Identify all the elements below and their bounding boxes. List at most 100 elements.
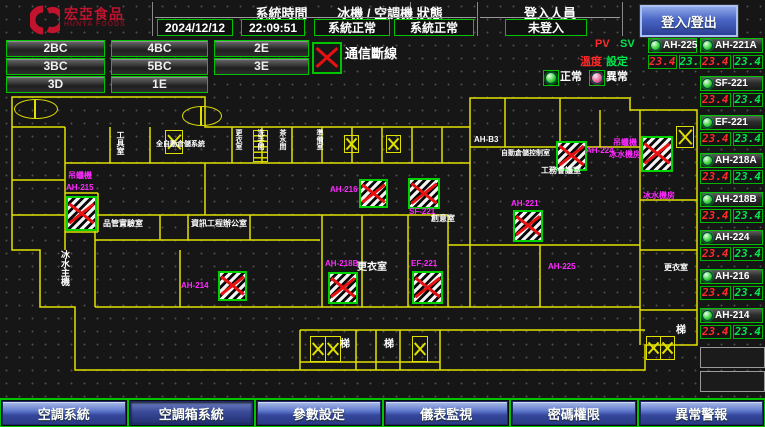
- ahu-icon-comm-fail[interactable]: [408, 178, 440, 209]
- top-bar: 宏亞食品 HUNYA FOODS 系統時間 2024/12/12 22:09:5…: [0, 0, 765, 38]
- equipment-label: AH-216: [330, 185, 358, 194]
- divider: [622, 2, 623, 36]
- unit-name: AH-218A: [715, 155, 757, 166]
- sv-header: SV: [620, 38, 635, 50]
- unit-button-ah-225[interactable]: AH-225: [648, 38, 697, 53]
- empty-unit-slot: [700, 347, 765, 368]
- unit-led: [702, 40, 713, 51]
- unit-button-ah-214[interactable]: AH-214: [700, 308, 763, 323]
- shaft-icon: [344, 135, 359, 153]
- floor-button-3d[interactable]: 3D: [6, 76, 105, 93]
- ahu-icon-comm-fail[interactable]: [328, 272, 358, 304]
- sv-value: 23.4: [733, 209, 764, 223]
- logo: 宏亞食品 HUNYA FOODS: [30, 5, 126, 35]
- equipment-label: AH-225: [548, 262, 576, 271]
- room-label: 品管實驗室: [103, 219, 143, 228]
- sv-value: 23.4: [733, 325, 764, 339]
- floor-button-1e[interactable]: 1E: [111, 76, 208, 93]
- pv-value: 23.4: [700, 132, 731, 146]
- equipment-label: 吊蠟機: [68, 171, 92, 180]
- floor-button-5bc[interactable]: 5BC: [111, 58, 208, 75]
- separator: [313, 17, 476, 18]
- unit-button-ah-216[interactable]: AH-216: [700, 269, 763, 284]
- system-time-value: 22:09:51: [241, 19, 305, 36]
- unit-name: AH-214: [715, 310, 749, 321]
- equipment-label: 冰水機房: [609, 150, 641, 159]
- normal-label: 正常: [560, 73, 582, 82]
- equipment-label: AH-221: [511, 199, 539, 208]
- unit-readings: 23.4 23.4: [648, 55, 697, 69]
- unit-led: [702, 155, 713, 166]
- login-logout-button[interactable]: 登入/登出: [640, 5, 738, 37]
- nav-cell: 異常警報: [638, 399, 765, 427]
- sv-value: 23.4: [733, 247, 764, 261]
- nav-button-ac-system[interactable]: 空調系統: [2, 401, 126, 425]
- logo-icon: [30, 5, 60, 35]
- unit-readings: 23.4 23.4: [700, 247, 763, 261]
- abnormal-label: 異常: [606, 73, 628, 82]
- abnormal-led: [591, 72, 603, 84]
- divider: [152, 2, 153, 36]
- room-label: 創意室: [431, 214, 455, 223]
- nav-button-parameter-settings[interactable]: 參數設定: [257, 401, 381, 425]
- unit-button-ah-224[interactable]: AH-224: [700, 230, 763, 245]
- elevator-icon: [325, 336, 341, 362]
- unit-name: AH-218B: [715, 194, 757, 205]
- pv-value: 23.4: [700, 209, 731, 223]
- hmi-screen: { "header": { "logo_title": "宏亞食品", "log…: [0, 0, 765, 426]
- login-status: 未登入: [505, 19, 587, 36]
- room-label: 更衣室: [664, 263, 688, 272]
- shaft-icon: [676, 126, 694, 148]
- nav-button-password-authority[interactable]: 密碼權限: [512, 401, 636, 425]
- equipment-label: 冰水機房: [643, 191, 675, 200]
- ahu-icon-comm-fail[interactable]: [66, 196, 97, 231]
- unit-name: AH-225: [663, 40, 697, 51]
- room-label: 茶水間: [278, 129, 287, 161]
- sv-value: 23.4: [733, 170, 764, 184]
- room-label: 更衣室: [234, 129, 243, 161]
- pv-value: 23.4: [700, 247, 731, 261]
- nav-button-ahu-system[interactable]: 空調箱系統: [130, 401, 254, 425]
- ahu-icon-comm-fail[interactable]: [359, 179, 388, 208]
- room-label: 工務會議室: [541, 166, 581, 175]
- nav-button-abnormal-alarm[interactable]: 異常警報: [640, 401, 764, 425]
- pv-value: 23.4: [700, 286, 731, 300]
- unit-name: AH-224: [715, 232, 749, 243]
- unit-readings: 23.4 23.4: [700, 55, 763, 69]
- equipment-label: AH-214: [181, 281, 209, 290]
- floor-button-3bc[interactable]: 3BC: [6, 58, 105, 75]
- ahu-icon-comm-fail[interactable]: [218, 271, 247, 301]
- logo-subtitle: HUNYA FOODS: [64, 21, 126, 28]
- normal-led-box: [543, 70, 559, 86]
- floor-button-3e[interactable]: 3E: [214, 58, 309, 75]
- ahu-icon-comm-fail[interactable]: [412, 271, 443, 304]
- unit-button-ah-221a[interactable]: AH-221A: [700, 38, 763, 53]
- chiller-status: 系統正常: [314, 19, 390, 36]
- pv-header: PV: [595, 38, 610, 50]
- ahu-icon-comm-fail[interactable]: [513, 210, 543, 242]
- room-label: 梯: [676, 326, 686, 335]
- floor-button-4bc[interactable]: 4BC: [111, 40, 208, 57]
- room-label: 工具室: [116, 131, 125, 161]
- nav-button-meter-monitoring[interactable]: 儀表監視: [385, 401, 509, 425]
- unit-button-sf-221[interactable]: SF-221: [700, 76, 763, 91]
- unit-button-ah-218a[interactable]: AH-218A: [700, 153, 763, 168]
- unit-readings: 23.4 23.4: [700, 132, 763, 146]
- unit-button-ef-221[interactable]: EF-221: [700, 115, 763, 130]
- pv-label: 溫度: [580, 53, 602, 69]
- logo-title: 宏亞食品: [64, 8, 126, 21]
- floor-button-2e[interactable]: 2E: [214, 40, 309, 57]
- unit-readings: 23.4 23.4: [700, 170, 763, 184]
- unit-button-ah-218b[interactable]: AH-218B: [700, 192, 763, 207]
- unit-led: [702, 194, 713, 205]
- stair-icon: [14, 99, 58, 119]
- sv-value: 23.4: [733, 55, 764, 69]
- divider: [477, 2, 478, 36]
- pv-value: 23.4: [700, 170, 731, 184]
- ahu-icon-comm-fail[interactable]: [641, 136, 673, 172]
- unit-name: AH-221A: [715, 40, 757, 51]
- sv-value: 23.4: [733, 286, 764, 300]
- floor-button-2bc[interactable]: 2BC: [6, 40, 105, 57]
- empty-unit-slot: [700, 371, 765, 392]
- pv-value: 23.4: [700, 93, 731, 107]
